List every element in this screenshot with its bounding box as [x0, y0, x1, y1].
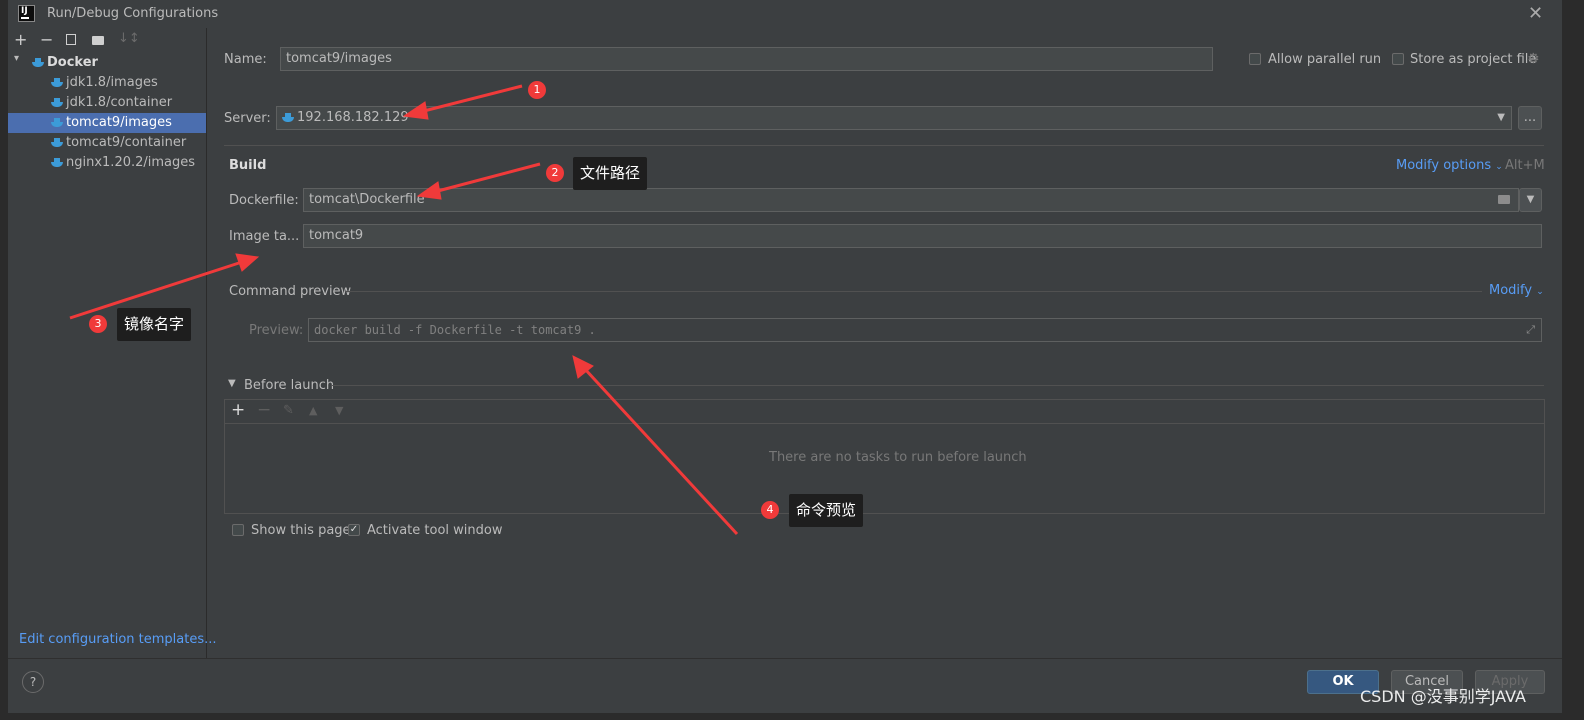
annotation-note-2: 文件路径: [573, 157, 648, 190]
watermark: CSDN @没事别学JAVA: [1360, 687, 1526, 706]
annotation-badge-3: 3: [89, 315, 107, 333]
annotation-arrow-1: [419, 84, 523, 114]
annotation-badge-2: 2: [546, 164, 564, 182]
annotation-note-3: 镜像名字: [117, 308, 192, 341]
annotation-badge-1: 1: [528, 81, 546, 99]
annotation-arrow-2: [433, 162, 541, 194]
annotation-arrow-4: [582, 366, 739, 536]
annotation-arrow-1-head: [402, 101, 429, 120]
annotation-arrows: [69, 84, 739, 536]
annotation-badge-4: 4: [761, 501, 779, 519]
annotation-note-4: 命令预览: [789, 494, 864, 527]
annotation-arrow-2-head: [416, 181, 442, 200]
annotation-arrow-3-head: [235, 253, 260, 272]
